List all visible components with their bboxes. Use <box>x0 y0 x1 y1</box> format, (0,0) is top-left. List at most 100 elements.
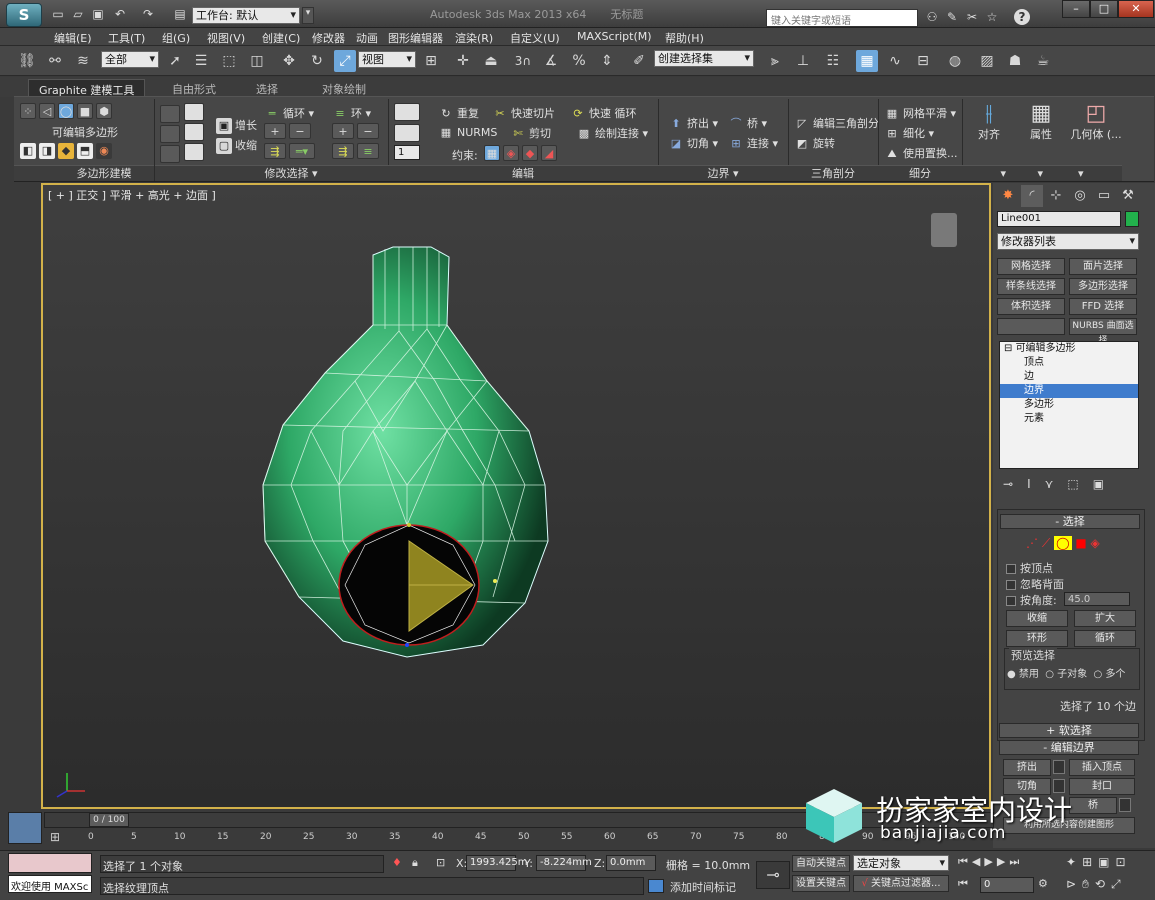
zoom-extents-icon[interactable]: ▣ <box>1098 855 1115 869</box>
vertex-mode-icon[interactable]: ⁘ <box>20 103 36 119</box>
meshsmooth-button[interactable]: ▦ 网格平滑 ▾ <box>884 105 956 122</box>
auto-key-button[interactable]: 自动关键点 <box>792 855 850 872</box>
angle-snap-icon[interactable]: ∡ <box>540 50 562 72</box>
select-object-icon[interactable]: ➚ <box>164 50 186 72</box>
ring-button[interactable]: ≡ 环 ▾ <box>332 105 371 122</box>
checkbox[interactable] <box>1006 564 1016 574</box>
grow-button[interactable]: 扩大 <box>1074 610 1136 627</box>
snap-toggle-icon[interactable]: 3∩ <box>512 50 534 72</box>
radio-off[interactable]: ● 禁用 <box>1007 669 1039 680</box>
loop-mode2-icon[interactable]: ═▾ <box>289 143 315 159</box>
menu-rendering[interactable]: 渲染(R) <box>455 30 493 46</box>
checkbox[interactable] <box>1006 580 1016 590</box>
spinner-snap-icon[interactable]: ⇕ <box>596 50 618 72</box>
maximize-viewport-icon[interactable]: ⤢ <box>1111 877 1127 891</box>
tweak-uv-icon[interactable] <box>394 124 420 142</box>
goto-end-icon[interactable]: ⏭ <box>1009 855 1023 868</box>
cut-button[interactable]: ✄ 剪切 <box>510 125 551 142</box>
modify-tab-icon[interactable]: ◜ <box>1021 185 1043 207</box>
turn-button[interactable]: ◩ 旋转 <box>794 135 835 152</box>
grow-button[interactable]: ▣ 增长 <box>216 117 257 134</box>
window-crossing-icon[interactable]: ◫ <box>246 50 268 72</box>
undo-icon[interactable]: ↶ <box>112 6 128 22</box>
selection-lock-icon[interactable]: 🔒︎ <box>412 856 418 870</box>
rotate-icon[interactable]: ↻ <box>306 50 328 72</box>
mini-curve-toggle[interactable] <box>8 812 42 844</box>
edge-icon[interactable]: ⟋ <box>1042 536 1050 550</box>
stack-item[interactable]: 多边形 <box>1000 398 1138 412</box>
project-folder-icon[interactable]: ▤ <box>172 6 188 22</box>
y-coord-field[interactable]: -8.224mm <box>536 855 592 871</box>
percent-snap-icon[interactable]: % <box>568 50 590 72</box>
poly-select-button[interactable]: 多边形选择 <box>1069 278 1137 295</box>
zoom-extents-all-icon[interactable]: ⊡ <box>1115 855 1131 869</box>
ring-mode-icon[interactable]: ⇶ <box>332 143 354 159</box>
next-frame-icon[interactable]: ▶ <box>997 855 1009 868</box>
menu-edit[interactable]: 编辑(E) <box>54 30 92 46</box>
stack-item[interactable]: 元素 <box>1000 412 1138 426</box>
chamfer-button[interactable]: ◪ 切角 ▾ <box>668 135 718 152</box>
mesh-model[interactable] <box>43 185 989 807</box>
edit-spinner[interactable]: 1 <box>394 145 420 160</box>
element-icon[interactable]: ◈ <box>1091 536 1100 550</box>
menu-customize[interactable]: 自定义(U) <box>510 30 560 46</box>
select-mode-button[interactable] <box>160 145 180 163</box>
mirror-icon[interactable]: ⫸ <box>764 50 786 72</box>
tessellate-button[interactable]: ⊞ 细化 ▾ <box>884 125 934 142</box>
extrude-button[interactable]: ⬆ 挤出 ▾ <box>668 115 718 132</box>
panel-triangulation[interactable]: 三角剖分 <box>788 165 878 181</box>
ffd-select-button[interactable]: FFD 选择 <box>1069 298 1137 315</box>
pin-stack-icon[interactable] <box>184 103 204 121</box>
app-logo-icon[interactable]: S <box>6 3 42 27</box>
edit-border-rollout[interactable]: - 编辑边界 <box>999 740 1139 755</box>
time-config-icon[interactable]: ⚙ <box>1038 877 1048 890</box>
show-end-result-icon[interactable]: Ⅰ <box>1027 477 1045 491</box>
edit-named-sets-icon[interactable]: ✐ <box>628 50 650 72</box>
pan-icon[interactable]: ✋︎ <box>1082 877 1095 891</box>
scale-icon[interactable]: ⤢ <box>334 50 356 72</box>
open-file-icon[interactable]: ▱ <box>70 6 86 22</box>
menu-graph-editors[interactable]: 图形编辑器 <box>388 30 443 46</box>
curve-editor-icon[interactable]: ∿ <box>884 50 906 72</box>
checkbox[interactable] <box>1006 596 1016 606</box>
loop-mode-icon[interactable]: ⇶ <box>264 143 286 159</box>
element-mode-icon[interactable]: ⬢ <box>96 103 112 119</box>
by-angle-check[interactable]: 按角度: <box>1006 592 1057 608</box>
geometry-button[interactable]: ◰ 几何体 (... <box>1068 101 1124 142</box>
spline-select-button[interactable]: 样条线选择 <box>997 278 1065 295</box>
display-tab-icon[interactable]: ▭ <box>1093 185 1115 207</box>
communication-icon[interactable]: ✂ <box>964 9 980 25</box>
soft-selection-rollout[interactable]: + 软选择 <box>999 723 1139 738</box>
panel-edit[interactable]: 编辑 <box>388 165 658 181</box>
mesh-select-button[interactable]: 网格选择 <box>997 258 1065 275</box>
bridge-settings-icon[interactable] <box>1119 798 1131 812</box>
maximize-button[interactable]: □ <box>1090 0 1118 18</box>
make-unique-icon[interactable]: ⋎ <box>1045 477 1068 491</box>
panel-poly-modeling[interactable]: 多边形建模 <box>14 165 194 181</box>
shrink-button[interactable]: 收缩 <box>1006 610 1068 627</box>
loop-shrink-icon[interactable]: − <box>289 123 311 139</box>
tab-freeform[interactable]: 自由形式 <box>162 79 226 97</box>
make-unique-icon[interactable] <box>184 143 204 161</box>
swiftloop-button[interactable]: ⟳ 快速 循环 <box>570 105 636 122</box>
render-setup-icon[interactable]: ▨ <box>976 50 998 72</box>
ring-grow-icon[interactable]: + <box>332 123 354 139</box>
menu-modifiers[interactable]: 修改器 <box>312 30 345 46</box>
material-editor-icon[interactable]: ◍ <box>944 50 966 72</box>
menu-views[interactable]: 视图(V) <box>207 30 245 46</box>
preview-icon[interactable]: ◧ <box>20 143 36 159</box>
tab-selection[interactable]: 选择 <box>246 79 288 97</box>
stack-item[interactable]: ⊟ 可编辑多边形 <box>1000 342 1138 356</box>
shrink-button[interactable]: ▢ 收缩 <box>216 137 257 154</box>
quickslice-button[interactable]: ✂ 快速切片 <box>492 105 555 122</box>
viewport[interactable]: [ + ] 正交 ] 平滑 + 高光 + 边面 ] <box>41 183 991 809</box>
maxscript-listener-mini[interactable] <box>8 853 92 873</box>
menu-help[interactable]: 帮助(H) <box>665 30 704 46</box>
z-coord-field[interactable]: 0.0mm <box>606 855 656 871</box>
properties-button[interactable]: ▦ 属性 <box>1018 101 1064 142</box>
bridge-button[interactable]: ⌒ 桥 ▾ <box>728 115 768 132</box>
panel-border[interactable]: 边界 ▾ <box>658 165 788 181</box>
menu-animation[interactable]: 动画 <box>356 30 378 46</box>
current-frame-field[interactable]: 0 <box>980 877 1034 893</box>
radio-subobj[interactable]: ○ 子对象 <box>1045 669 1087 680</box>
